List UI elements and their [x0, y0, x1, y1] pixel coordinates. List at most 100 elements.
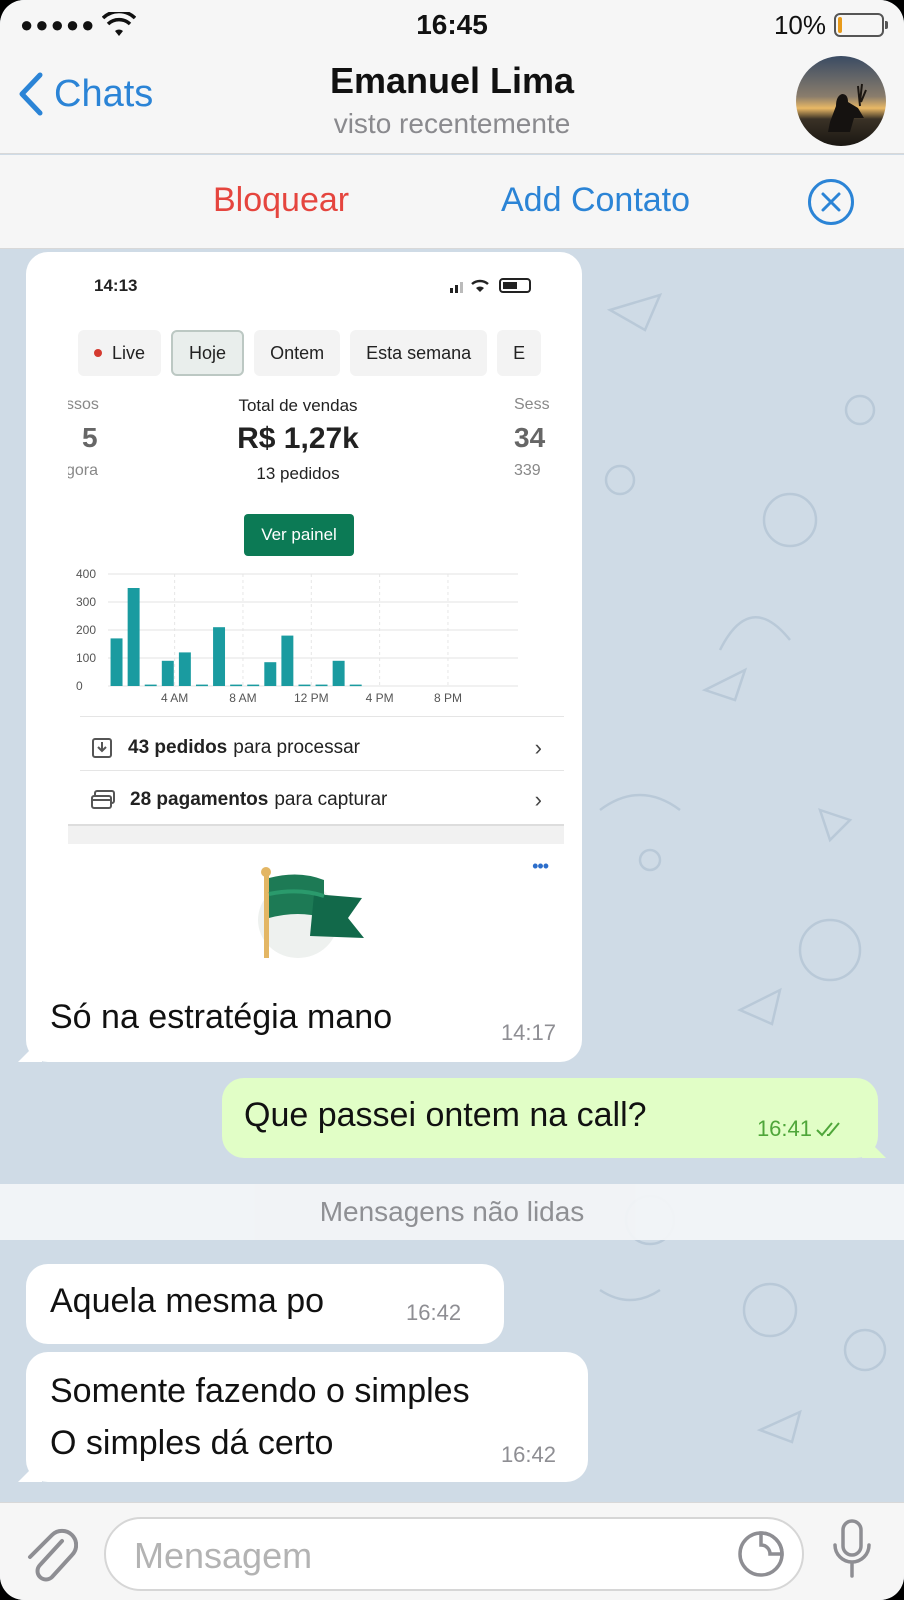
- tab-label: Esta semana: [366, 342, 472, 363]
- metric-sub: gora: [68, 462, 99, 479]
- section-gap: [68, 824, 564, 844]
- row-bold: 28 pagamentos: [130, 789, 269, 810]
- payments-to-capture-row[interactable]: 28 pagamentos para capturar ›: [90, 780, 542, 820]
- battery-area: 10%: [773, 9, 888, 41]
- message-time: 16:42: [406, 1300, 462, 1325]
- message-bubble-incoming-image[interactable]: 14:13 Live Hoje Ontem Esta semana E ssos…: [18, 252, 582, 1062]
- divider-label: Mensagens não lidas: [319, 1196, 585, 1227]
- tab-live[interactable]: Live: [78, 330, 162, 376]
- last-seen-status: visto recentemente: [333, 108, 571, 139]
- chart-bar: [230, 684, 243, 687]
- chart-bar: [264, 662, 277, 686]
- microphone-icon[interactable]: [830, 1517, 874, 1583]
- metric-left: ssos 5 gora: [68, 396, 106, 480]
- tab-hoje[interactable]: Hoje: [171, 330, 245, 376]
- message-input-bar: Mensagem: [0, 1502, 904, 1600]
- message-bubble-incoming[interactable]: Somente fazendo o simples O simples dá c…: [18, 1352, 588, 1482]
- chevron-right-icon: ›: [534, 787, 542, 812]
- row-bold: 43 pedidos: [128, 737, 228, 758]
- x-icon: [821, 192, 841, 212]
- x-tick-label: 12 PM: [294, 691, 329, 704]
- divider: [80, 770, 564, 771]
- message-placeholder: Mensagem: [134, 1535, 313, 1576]
- time-text: 16:41: [756, 1116, 812, 1141]
- avatar-silhouette: [828, 83, 867, 132]
- y-tick-label: 300: [76, 595, 96, 609]
- tab-more[interactable]: E: [497, 330, 542, 376]
- chart-bar: [247, 684, 260, 687]
- battery-percent: 10%: [773, 9, 826, 40]
- chevron-right-icon: ›: [534, 735, 542, 760]
- chart-bar: [161, 660, 174, 686]
- sales-bar-chart: 400 300 200 100 0 4 AM 8 AM 12 PM 4 PM 8 PM: [76, 567, 518, 704]
- close-icon[interactable]: [808, 179, 854, 225]
- orders-to-process-row[interactable]: 43 pedidos para processar ›: [90, 728, 542, 768]
- chart-bar: [195, 684, 208, 687]
- metric-label: ssos: [68, 396, 99, 413]
- message-bubble-incoming[interactable]: Aquela mesma po 16:42: [26, 1264, 504, 1344]
- image-attachment[interactable]: 14:13 Live Hoje Ontem Esta semana E ssos…: [68, 258, 564, 968]
- y-tick-label: 400: [76, 567, 96, 581]
- message-time: 14:17: [500, 1020, 556, 1045]
- metric-value: 5: [82, 422, 98, 453]
- metric-label: Total de vendas: [238, 396, 358, 415]
- screenshot-time: 14:13: [94, 276, 138, 295]
- message-time: 16:42: [500, 1442, 556, 1467]
- unread-messages-divider: Mensagens não lidas: [0, 1184, 904, 1240]
- tab-label: E: [513, 342, 526, 363]
- card-stack-icon: [91, 790, 115, 809]
- message-text-line: O simples dá certo: [50, 1424, 334, 1462]
- x-tick-label: 4 AM: [161, 691, 188, 704]
- message-bubble-outgoing[interactable]: Que passei ontem na call? 16:41: [222, 1078, 886, 1158]
- metric-label: Sess: [514, 396, 550, 413]
- avatar[interactable]: [796, 56, 886, 146]
- metric-value: 34: [514, 422, 546, 453]
- message-text: Só na estratégia mano: [50, 998, 393, 1036]
- attachment-icon[interactable]: [22, 1521, 78, 1583]
- divider: [80, 716, 564, 717]
- chart-bar: [332, 660, 345, 686]
- x-tick-label: 8 AM: [229, 691, 256, 704]
- tab-label: Ontem: [270, 342, 325, 363]
- contact-action-bar: Bloquear Add Contato: [0, 155, 904, 249]
- view-dashboard-button[interactable]: Ver painel: [244, 514, 354, 556]
- metric-right: Sess 34 339: [514, 396, 564, 480]
- chart-bar: [178, 652, 191, 686]
- tab-esta-semana[interactable]: Esta semana: [350, 330, 488, 376]
- metric-value: R$ 1,27k: [237, 422, 359, 455]
- contact-name[interactable]: Emanuel Lima: [0, 60, 904, 102]
- metric-total-sales: Total de vendas R$ 1,27k 13 pedidos: [198, 396, 398, 484]
- chart-bar: [315, 684, 328, 687]
- chart-bar: [281, 635, 294, 686]
- battery-icon: [834, 13, 888, 37]
- x-tick-label: 8 PM: [434, 691, 462, 704]
- tab-label: Live: [112, 342, 146, 363]
- flag-illustration-icon: [258, 867, 364, 958]
- chart-bar: [213, 627, 226, 686]
- message-input[interactable]: Mensagem: [104, 1517, 804, 1591]
- date-range-tabs: Live Hoje Ontem Esta semana E: [78, 330, 542, 376]
- tab-ontem[interactable]: Ontem: [254, 330, 341, 376]
- status-bar: ●●●●● 16:45 10%: [0, 0, 904, 50]
- message-text: Aquela mesma po: [50, 1282, 325, 1320]
- battery-fill: [838, 17, 843, 33]
- block-button[interactable]: Bloquear: [213, 181, 349, 220]
- chart-bar: [127, 588, 140, 686]
- live-dot-icon: [94, 349, 102, 357]
- signal-indicator: ●●●●●: [20, 12, 137, 38]
- y-tick-label: 0: [76, 679, 83, 693]
- add-contact-button[interactable]: Add Contato: [501, 181, 690, 220]
- double-check-icon: [816, 1122, 840, 1137]
- message-time: 16:41: [757, 1116, 846, 1142]
- sticker-icon[interactable]: [736, 1529, 786, 1579]
- screenshot-status-icons: [450, 278, 531, 293]
- wifi-icon: [102, 12, 137, 36]
- metric-sub: 13 pedidos: [256, 464, 340, 483]
- message-text: Que passei ontem na call?: [244, 1096, 647, 1134]
- chat-screen: ●●●●● 16:45 10% Chats Emanuel Lima visto…: [0, 0, 904, 1600]
- row-text: para processar: [233, 737, 360, 758]
- navigation-bar: Chats Emanuel Lima visto recentemente: [0, 50, 904, 154]
- tab-label: Hoje: [189, 342, 227, 363]
- more-options-icon[interactable]: •••: [532, 856, 549, 877]
- y-tick-label: 100: [76, 651, 96, 665]
